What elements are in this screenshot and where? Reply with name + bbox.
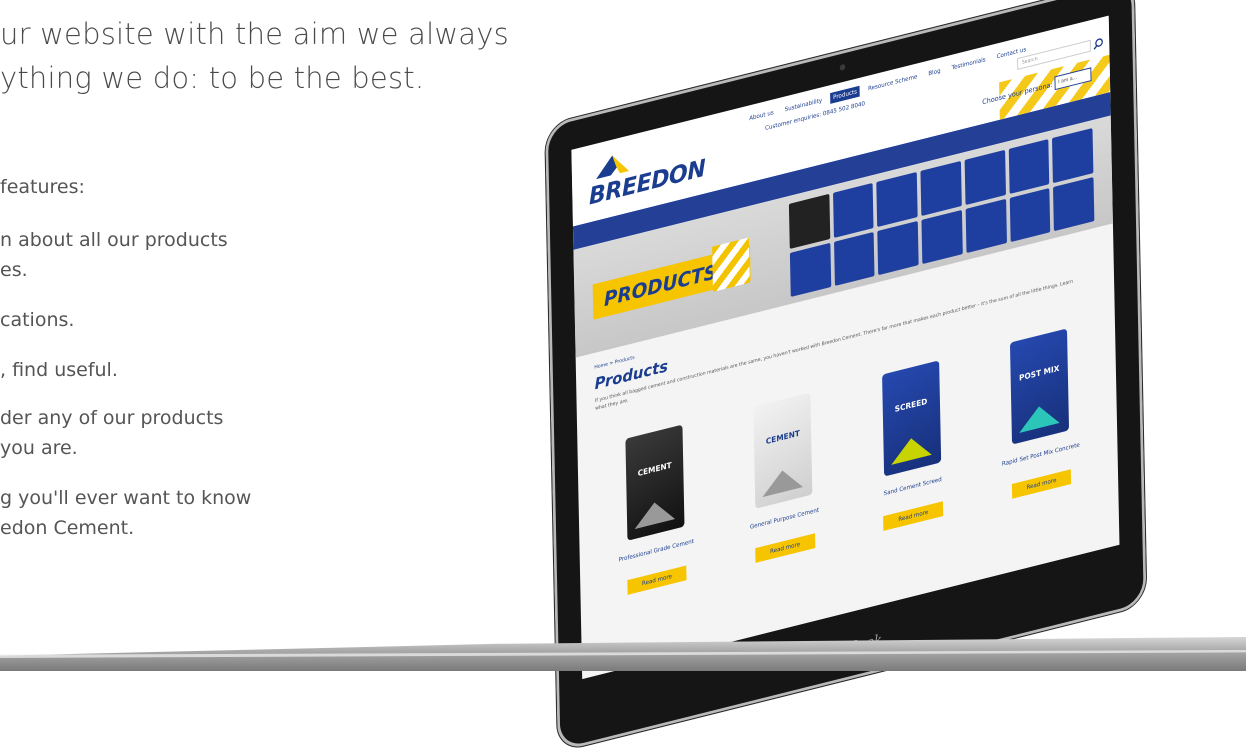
bag-graphic [762,465,804,498]
bag-graphic [1018,401,1060,433]
hero-bag [1009,187,1051,243]
laptop-mockup: BREEDON About us Sustainability Products… [0,0,1246,752]
hero-bag [964,149,1006,205]
product-card[interactable]: SCREED Sand Cement Screed Read more [865,356,958,534]
hero-bag [788,193,830,249]
hero-bag [965,198,1007,254]
hero-bag [1008,138,1050,194]
product-image[interactable]: CEMENT [625,424,685,541]
product-name[interactable]: General Purpose Cement [739,504,829,542]
product-card[interactable]: CEMENT General Purpose Cement Read more [737,388,830,566]
bag-graphic [634,497,676,530]
hero-bag [1052,128,1094,183]
hero-bag [876,171,918,227]
nav-item-resource-scheme[interactable]: Resource Scheme [865,71,920,95]
product-name[interactable]: Sand Cement Screed [868,472,958,510]
read-more-button[interactable]: Read more [1011,469,1072,499]
nav-item-products[interactable]: Products [830,85,860,104]
read-more-button[interactable]: Read more [755,533,815,563]
hero-stripes [712,237,750,292]
bag-label: CEMENT [765,428,800,447]
bag-graphic [890,433,932,466]
product-image[interactable]: SCREED [881,360,941,477]
nav-item-testimonials[interactable]: Testimonials [949,54,989,75]
hero-bag [1053,176,1095,232]
product-name[interactable]: Professional Grade Cement [611,536,701,574]
bag-label: CEMENT [637,460,672,479]
product-card[interactable]: POST MIX Rapid Set Post Mix Concrete Rea… [993,324,1086,502]
site-nav: About us Sustainability Products Resourc… [746,43,1029,124]
hero-bag [832,182,874,238]
product-name[interactable]: Rapid Set Post Mix Concrete [996,440,1086,478]
hero-bag [833,231,875,287]
camera-icon [839,63,846,71]
nav-item-blog[interactable]: Blog [925,65,943,80]
bag-label: POST MIX [1018,363,1060,383]
bag-label: SCREED [894,396,928,414]
search-icon[interactable] [1093,37,1104,52]
nav-item-about[interactable]: About us [746,107,776,125]
read-more-button[interactable]: Read more [627,565,687,595]
hero-bag [920,160,962,216]
hero-bag [921,209,963,265]
product-image[interactable]: CEMENT [753,392,813,509]
hero-bag [877,220,919,276]
laptop-screen: BREEDON About us Sustainability Products… [571,15,1120,680]
product-card[interactable]: CEMENT Professional Grade Cement Read mo… [609,420,702,598]
hero-bag [789,242,831,297]
product-image[interactable]: POST MIX [1009,328,1070,445]
read-more-button[interactable]: Read more [883,501,944,531]
